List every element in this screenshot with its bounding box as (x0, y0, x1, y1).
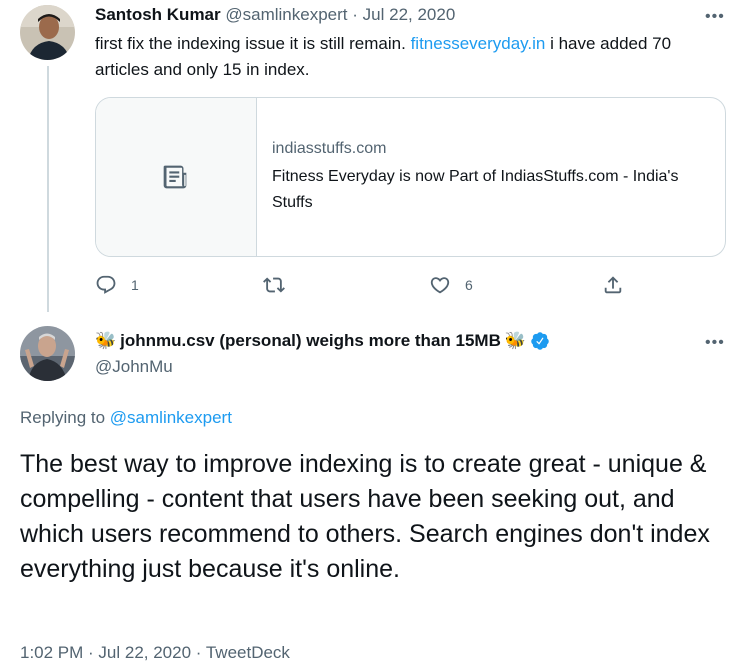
retweet-icon (263, 277, 285, 293)
author-name[interactable]: Santosh Kumar (95, 5, 221, 24)
tweet-header: 🐝 johnmu.csv (personal) weighs more than… (95, 331, 550, 351)
main-tweet-text: The best way to improve indexing is to c… (20, 450, 710, 583)
retweet-action[interactable] (263, 274, 299, 296)
heart-icon (430, 277, 450, 294)
share-icon (604, 276, 622, 294)
replying-to-label: Replying to (20, 408, 106, 427)
replying-to: Replying to @samlinkexpert (20, 408, 232, 428)
reply-count: 1 (131, 277, 139, 293)
replying-to-handle[interactable]: @samlinkexpert (110, 408, 232, 427)
author-handle[interactable]: @JohnMu (95, 357, 173, 377)
like-action[interactable]: 6 (429, 274, 473, 296)
bee-emoji: 🐝 (95, 331, 117, 350)
avatar-image (20, 326, 75, 381)
avatar-santosh[interactable] (20, 5, 75, 60)
avatar-johnmu[interactable] (20, 326, 75, 381)
tweet-text: first fix the indexing issue it is still… (95, 31, 720, 83)
card-title: Fitness Everyday is now Part of IndiasSt… (272, 168, 679, 211)
header-separator: · (352, 5, 358, 24)
tweet-timestamp[interactable]: 1:02 PM · Jul 22, 2020 · TweetDeck (20, 643, 290, 663)
author-handle[interactable]: @samlinkexpert (225, 5, 347, 24)
article-icon (163, 165, 187, 189)
share-action[interactable] (602, 274, 638, 296)
link-card[interactable]: indiasstuffs.com Fitness Everyday is now… (95, 97, 726, 257)
avatar-image (20, 5, 75, 60)
tweet-header: Santosh Kumar @samlinkexpert · Jul 22, 2… (95, 5, 455, 27)
card-domain: indiasstuffs.com (272, 140, 387, 157)
tweet-date[interactable]: Jul 22, 2020 (363, 5, 456, 24)
tweet-link[interactable]: fitnesseveryday.in (411, 34, 546, 53)
tweet-text-part: first fix the indexing issue it is still… (95, 34, 411, 53)
like-count: 6 (465, 277, 473, 293)
verified-badge-icon (531, 332, 549, 350)
reply-action[interactable]: 1 (95, 274, 139, 296)
reply-icon (96, 275, 116, 294)
author-name[interactable]: johnmu.csv (personal) weighs more than 1… (120, 331, 501, 351)
more-options-button[interactable]: ••• (705, 334, 725, 352)
thread-connector-line (47, 66, 49, 312)
bee-emoji: 🐝 (504, 331, 527, 350)
card-thumbnail (96, 98, 257, 256)
card-body: indiasstuffs.com Fitness Everyday is now… (272, 140, 712, 216)
more-options-button[interactable]: ••• (705, 8, 725, 26)
